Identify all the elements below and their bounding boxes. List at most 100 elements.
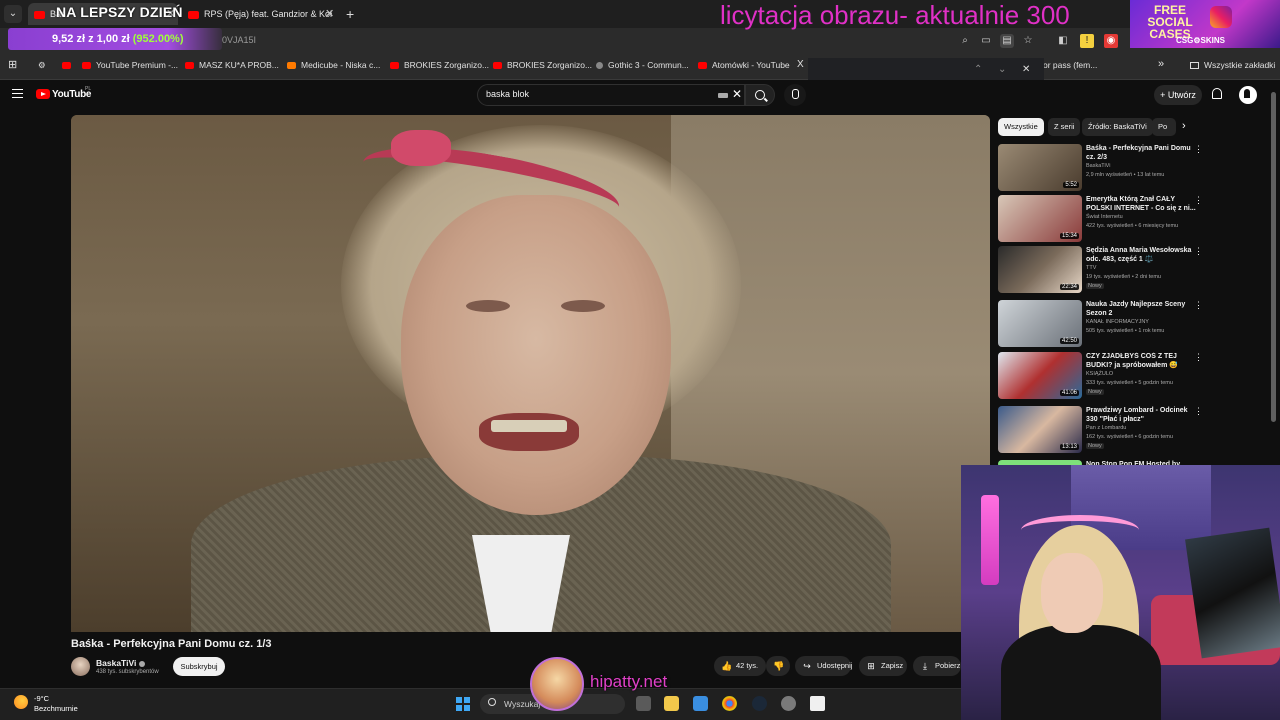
url-input[interactable]: 0VJA15I xyxy=(222,35,256,45)
chip-all[interactable]: Wszystkie xyxy=(998,118,1044,136)
video-duration: 13:13 xyxy=(1059,444,1079,450)
recommendation-title[interactable]: Nauka Jazdy Najlepsze Sceny Sezon 2 xyxy=(1086,300,1196,318)
file-explorer-icon[interactable] xyxy=(664,696,679,711)
notifications-bell-icon[interactable] xyxy=(1212,88,1222,99)
more-options-icon[interactable]: ⋮ xyxy=(1194,300,1203,311)
save-button[interactable]: ⊞ Zapisz xyxy=(859,656,907,676)
find-prev-button[interactable]: ⌃ xyxy=(974,64,982,75)
tab-close-button[interactable]: ✕ xyxy=(325,3,334,25)
find-next-button[interactable]: ⌄ xyxy=(998,64,1006,75)
settings-icon[interactable] xyxy=(781,696,796,711)
microphone-icon[interactable] xyxy=(784,84,806,106)
recommendation-thumbnail[interactable]: 41:06 xyxy=(998,352,1082,399)
more-options-icon[interactable]: ⋮ xyxy=(1194,246,1203,257)
bookmark-youtube-premium[interactable]: YouTube Premium -... xyxy=(82,60,178,70)
recommendation-title[interactable]: CZY ZJADŁBYŚ COŚ Z TEJ BUDKI? ja spróbow… xyxy=(1086,352,1196,370)
tab-search-button[interactable]: ⌄ xyxy=(4,5,22,23)
tab-rps[interactable]: RPS (Pęja) feat. Gandzior & Koł xyxy=(188,3,338,25)
bookmark-medicube[interactable]: Medicube - Niska c... xyxy=(287,60,380,70)
recommendation-item[interactable]: 41:06 CZY ZJADŁBYŚ COŚ Z TEJ BUDKI? ja s… xyxy=(998,352,1208,402)
find-close-button[interactable]: ✕ xyxy=(1022,64,1030,75)
zoom-icon[interactable]: ⌕ xyxy=(958,34,972,48)
youtube-favicon-icon xyxy=(698,62,707,70)
chip-more[interactable]: Po xyxy=(1152,118,1176,136)
bookmark-x[interactable]: X xyxy=(797,59,804,70)
bookmark-settings-icon[interactable]: ⚙ xyxy=(38,60,46,71)
recommendation-channel[interactable]: KSIĄŻULO xyxy=(1086,371,1113,377)
recommendation-item[interactable]: 15:34 Emerytka Którą Znał CAŁY POLSKI IN… xyxy=(998,195,1208,245)
search-button[interactable] xyxy=(745,84,775,106)
webcam-painting xyxy=(1185,527,1280,659)
windows-start-icon[interactable] xyxy=(456,697,470,711)
weather-icon[interactable] xyxy=(14,695,28,709)
chevron-right-icon[interactable]: › xyxy=(1182,120,1186,132)
channel-name[interactable]: BaskaTiVi xyxy=(96,658,146,668)
recommendation-channel[interactable]: KANAŁ INFORMACYJNY xyxy=(1086,319,1149,325)
steam-icon[interactable] xyxy=(752,696,767,711)
recommendation-item[interactable]: 22:34 Sędzia Anna Maria Wesołowska odc. … xyxy=(998,246,1208,296)
channel-avatar[interactable] xyxy=(71,657,90,676)
keyboard-icon[interactable] xyxy=(718,93,728,98)
dislike-button[interactable]: 👎 xyxy=(766,656,790,676)
recommendation-thumbnail[interactable]: 13:13 xyxy=(998,406,1082,453)
notepad-icon[interactable] xyxy=(810,696,825,711)
extension-icon[interactable]: ◧ xyxy=(1056,34,1070,48)
clear-search-icon[interactable]: ✕ xyxy=(732,87,742,101)
task-view-icon[interactable] xyxy=(636,696,651,711)
download-button[interactable]: ⤓ Pobierz xyxy=(913,656,961,676)
more-options-icon[interactable]: ⋮ xyxy=(1194,406,1203,417)
medicube-favicon-icon xyxy=(287,62,296,70)
share-button[interactable]: ↪ Udostępnij xyxy=(795,656,852,676)
bookmarks-overflow-button[interactable]: » xyxy=(1158,58,1164,70)
chip-source[interactable]: Źródło: BaskaTiVi xyxy=(1082,118,1153,136)
recommendation-thumbnail[interactable]: 5:52 xyxy=(998,144,1082,191)
folder-icon xyxy=(1190,62,1199,70)
create-button[interactable]: + Utwórz xyxy=(1154,85,1202,105)
youtube-logo-icon[interactable] xyxy=(36,89,50,99)
subscribe-button[interactable]: Subskrybuj xyxy=(173,657,225,676)
bookmark-gothic[interactable]: Gothic 3 - Commun... xyxy=(596,60,689,70)
more-options-icon[interactable]: ⋮ xyxy=(1194,195,1203,206)
recommendation-channel[interactable]: BaskaTiVi xyxy=(1086,163,1110,169)
cast-icon[interactable]: ▭ xyxy=(979,34,993,48)
recommendation-title[interactable]: Emerytka Którą Znał CAŁY POLSKI INTERNET… xyxy=(1086,195,1196,213)
recommendation-thumbnail[interactable]: 15:34 xyxy=(998,195,1082,242)
recommendation-meta: 422 tys. wyświetleń • 6 miesięcy temu xyxy=(1086,223,1179,229)
bookmark-brokies-1[interactable]: BROKIES Zorganizo... xyxy=(390,60,489,70)
recommendation-item[interactable]: 42:50 Nauka Jazdy Najlepsze Sceny Sezon … xyxy=(998,300,1208,350)
recommendation-channel[interactable]: Świat Internetu xyxy=(1086,214,1123,220)
recommendation-channel[interactable]: TTV xyxy=(1086,265,1096,271)
apps-grid-icon[interactable]: ⊞ xyxy=(8,58,17,71)
bookmark-youtube[interactable] xyxy=(62,60,76,70)
bookmark-brokies-2[interactable]: BROKIES Zorganizo... xyxy=(493,60,592,70)
recommendation-thumbnail[interactable]: 22:34 xyxy=(998,246,1082,293)
recommendation-title[interactable]: Prawdziwy Lombard - Odcinek 330 "Płać i … xyxy=(1086,406,1196,424)
like-button[interactable]: 👍 42 tys. xyxy=(714,656,766,676)
all-bookmarks-button[interactable]: Wszystkie zakładki xyxy=(1190,60,1275,70)
recommendation-item[interactable]: 13:13 Prawdziwy Lombard - Odcinek 330 "P… xyxy=(998,406,1208,456)
more-options-icon[interactable]: ⋮ xyxy=(1194,352,1203,363)
new-tab-button[interactable]: + xyxy=(346,3,354,25)
bookmark-star-icon[interactable]: ☆ xyxy=(1021,34,1035,48)
extension-red-icon[interactable]: ◉ xyxy=(1104,34,1118,48)
search-input[interactable]: baska blok ✕ xyxy=(477,84,745,106)
chip-series[interactable]: Z serii xyxy=(1048,118,1081,136)
recommendation-channel[interactable]: Pan z Lombardu xyxy=(1086,425,1126,431)
bookmark-atomowki[interactable]: Atomówki - YouTube xyxy=(698,60,790,70)
reader-icon[interactable]: ▤ xyxy=(1000,34,1014,48)
bookmark-masz[interactable]: MASZ KU*A PROB... xyxy=(185,60,279,70)
recommendation-thumbnail[interactable]: 42:50 xyxy=(998,300,1082,347)
recommendation-item[interactable]: 5:52 Baśka - Perfekcyjna Pani Domu cz. 2… xyxy=(998,144,1208,194)
recommendation-title[interactable]: Baśka - Perfekcyjna Pani Domu cz. 2/3 xyxy=(1086,144,1196,162)
recommendation-title[interactable]: Sędzia Anna Maria Wesołowska odc. 483, c… xyxy=(1086,246,1196,264)
bookmark-pass[interactable]: or pass (fem... xyxy=(1043,60,1097,70)
store-icon[interactable] xyxy=(693,696,708,711)
instagram-icon xyxy=(1210,6,1232,28)
more-options-icon[interactable]: ⋮ xyxy=(1194,144,1203,155)
account-avatar[interactable] xyxy=(1239,86,1257,104)
chrome-icon[interactable] xyxy=(722,696,737,711)
scrollbar[interactable] xyxy=(1271,92,1276,422)
menu-icon[interactable] xyxy=(12,89,23,98)
extension-yellow-icon[interactable]: ! xyxy=(1080,34,1094,48)
video-player[interactable] xyxy=(71,115,990,632)
